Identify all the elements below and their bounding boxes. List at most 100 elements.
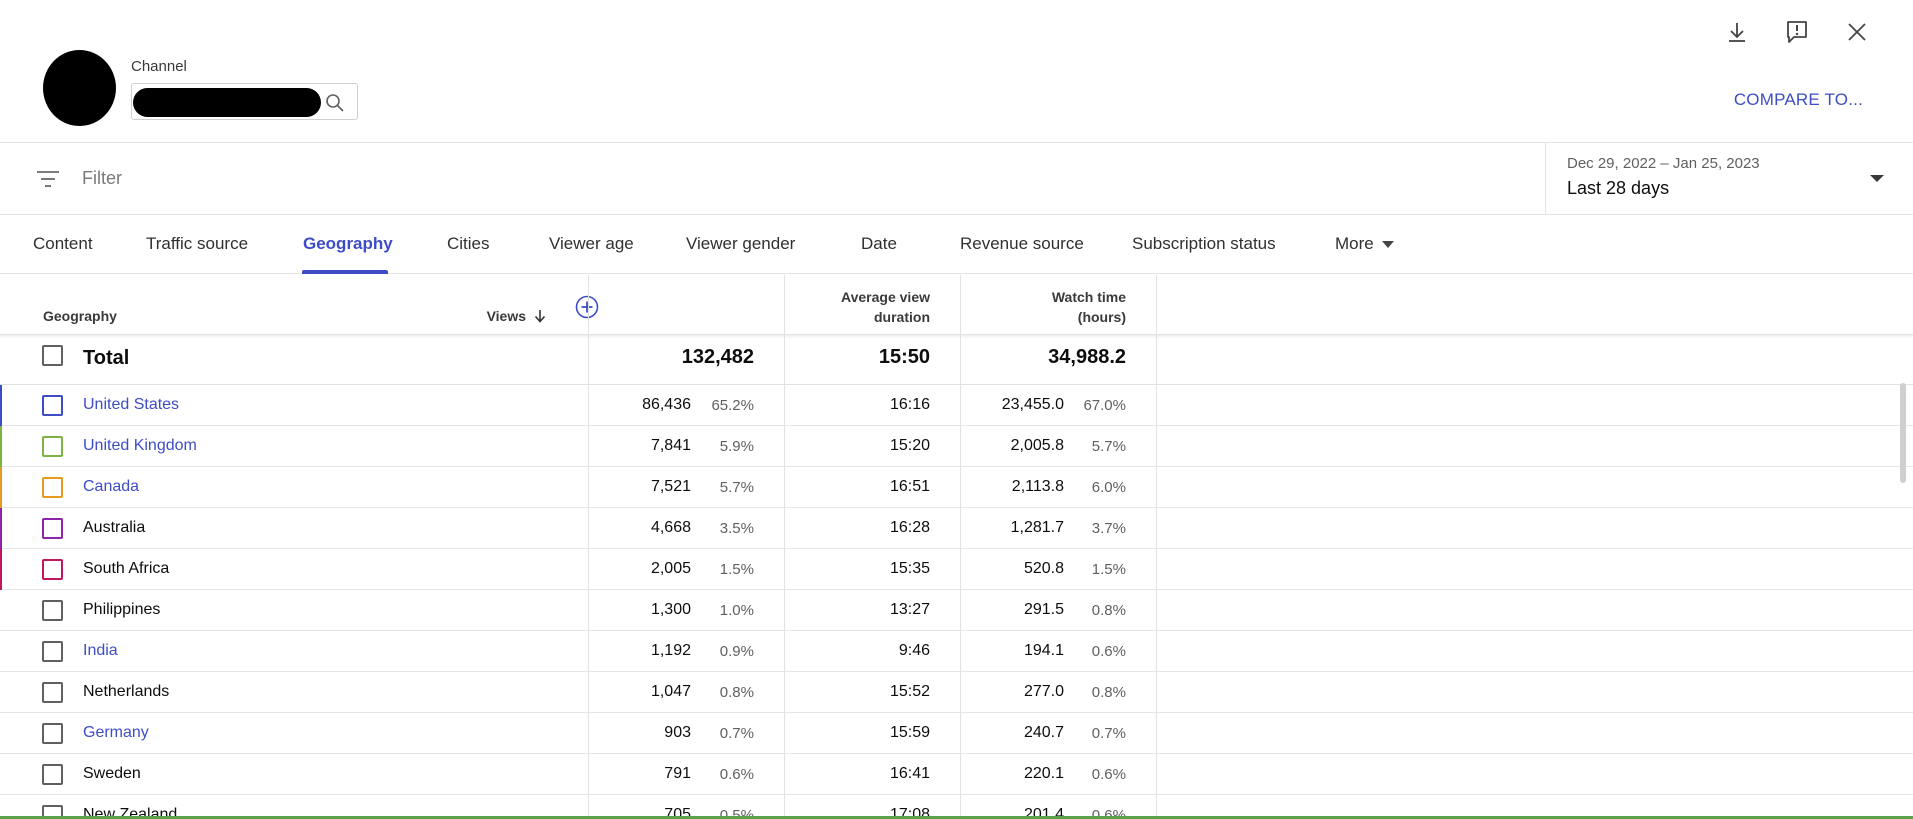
column-header-average-view-duration[interactable]: Average view duration xyxy=(784,287,930,327)
views-percent: 1.0% xyxy=(719,602,754,619)
country-name: Philippines xyxy=(83,601,161,618)
watch-time-percent: 6.0% xyxy=(1091,479,1126,496)
country-name[interactable]: United Kingdom xyxy=(83,437,197,455)
row-checkbox[interactable] xyxy=(42,764,63,785)
row-checkbox[interactable] xyxy=(42,395,63,416)
avd-value: 15:35 xyxy=(889,560,930,577)
column-header-views[interactable]: Views xyxy=(426,306,546,326)
row-checkbox[interactable] xyxy=(42,559,63,580)
country-name: Netherlands xyxy=(83,683,170,700)
total-avd: 15:50 xyxy=(878,346,930,368)
download-icon[interactable] xyxy=(1707,18,1767,46)
total-label: Total xyxy=(83,347,130,369)
avd-header-line1: Average view xyxy=(841,289,930,305)
row-checkbox[interactable] xyxy=(42,518,63,539)
row-checkbox[interactable] xyxy=(42,436,63,457)
watch-time-value: 291.5 xyxy=(1023,601,1064,618)
row-checkbox[interactable] xyxy=(42,600,63,621)
watch-time-percent: 5.7% xyxy=(1091,438,1126,455)
views-value: 1,047 xyxy=(650,683,691,700)
views-value: 1,192 xyxy=(650,642,691,659)
series-color-bar xyxy=(0,426,2,467)
table-row: Canada 7,521 5.7% 16:51 2,113.8 6.0% xyxy=(0,467,1913,508)
close-icon[interactable] xyxy=(1827,18,1887,46)
wt-header-line2: (hours) xyxy=(1077,309,1126,325)
tab-viewer-gender[interactable]: Viewer gender xyxy=(686,234,795,254)
table-row: Philippines 1,300 1.0% 13:27 291.5 0.8% xyxy=(0,590,1913,631)
watch-time-percent: 0.8% xyxy=(1091,684,1126,701)
total-views: 132,482 xyxy=(681,346,754,368)
views-percent: 5.9% xyxy=(719,438,754,455)
country-name[interactable]: Canada xyxy=(83,478,139,496)
table-row: India 1,192 0.9% 9:46 194.1 0.6% xyxy=(0,631,1913,672)
tab-geography[interactable]: Geography xyxy=(303,234,393,254)
avd-value: 16:16 xyxy=(889,396,930,413)
column-header-geography[interactable]: Geography xyxy=(43,306,117,326)
watch-time-percent: 0.6% xyxy=(1091,643,1126,660)
tab-more[interactable]: More xyxy=(1335,234,1394,254)
country-name[interactable]: India xyxy=(83,642,118,660)
watch-time-value: 2,113.8 xyxy=(1011,478,1064,495)
compare-to-button[interactable]: COMPARE TO... xyxy=(1734,90,1863,110)
report-header: Channel COMPARE TO... xyxy=(0,0,1913,143)
tab-more-label: More xyxy=(1335,234,1374,253)
avd-value: 13:27 xyxy=(889,601,930,618)
tab-viewer-age[interactable]: Viewer age xyxy=(549,234,634,254)
tab-cities[interactable]: Cities xyxy=(447,234,490,254)
channel-selector[interactable] xyxy=(131,83,358,120)
views-percent: 65.2% xyxy=(711,397,754,414)
watch-time-value: 520.8 xyxy=(1023,560,1064,577)
table-row: United Kingdom 7,841 5.9% 15:20 2,005.8 5.7% xyxy=(0,426,1913,467)
tab-date[interactable]: Date xyxy=(861,234,897,254)
watch-time-value: 194.1 xyxy=(1023,642,1064,659)
watch-time-value: 23,455.0 xyxy=(1001,396,1064,413)
tab-content[interactable]: Content xyxy=(33,234,93,254)
table-row: Australia 4,668 3.5% 16:28 1,281.7 3.7% xyxy=(0,508,1913,549)
feedback-icon[interactable] xyxy=(1767,18,1827,46)
watch-time-percent: 0.7% xyxy=(1091,725,1126,742)
series-color-bar xyxy=(0,467,2,508)
avd-value: 15:59 xyxy=(889,724,930,741)
channel-label: Channel xyxy=(131,58,187,75)
tab-revenue-source[interactable]: Revenue source xyxy=(960,234,1084,254)
country-name: Australia xyxy=(83,519,146,536)
date-range-selector[interactable]: Dec 29, 2022 – Jan 25, 2023 Last 28 days xyxy=(1545,143,1913,215)
views-percent: 0.6% xyxy=(719,766,754,783)
tab-subscription-status[interactable]: Subscription status xyxy=(1132,234,1276,254)
views-percent: 0.8% xyxy=(719,684,754,701)
views-percent: 0.7% xyxy=(719,725,754,742)
watch-time-value: 240.7 xyxy=(1023,724,1064,741)
tab-traffic-source[interactable]: Traffic source xyxy=(146,234,248,254)
date-range-text: Dec 29, 2022 – Jan 25, 2023 xyxy=(1567,155,1760,172)
filter-icon[interactable] xyxy=(35,167,61,191)
avd-value: 15:52 xyxy=(889,683,930,700)
country-name[interactable]: Germany xyxy=(83,724,149,742)
row-checkbox[interactable] xyxy=(42,723,63,744)
row-checkbox[interactable] xyxy=(42,682,63,703)
filter-input[interactable]: Filter xyxy=(82,168,122,189)
total-checkbox[interactable] xyxy=(42,345,63,366)
watch-time-percent: 67.0% xyxy=(1083,397,1126,414)
scrollbar[interactable] xyxy=(1900,383,1906,483)
country-name: South Africa xyxy=(83,560,170,577)
row-checkbox[interactable] xyxy=(42,477,63,498)
country-name[interactable]: United States xyxy=(83,396,179,414)
total-row: Total 132,482 15:50 34,988.2 xyxy=(0,335,1913,385)
add-metric-icon[interactable] xyxy=(575,295,599,319)
series-color-bar xyxy=(0,508,2,549)
views-value: 903 xyxy=(664,724,691,741)
channel-avatar xyxy=(43,50,116,126)
table-header: Geography Views Average view duration Wa… xyxy=(0,275,1913,335)
active-tab-indicator xyxy=(302,270,388,274)
views-value: 7,521 xyxy=(650,478,691,495)
dimension-tabs: Content Traffic source Geography Cities … xyxy=(0,215,1913,274)
search-icon[interactable] xyxy=(323,91,347,115)
watch-time-value: 277.0 xyxy=(1023,683,1064,700)
caret-down-icon xyxy=(1381,241,1394,249)
table-row: South Africa 2,005 1.5% 15:35 520.8 1.5% xyxy=(0,549,1913,590)
date-period-text: Last 28 days xyxy=(1567,178,1670,198)
row-checkbox[interactable] xyxy=(42,641,63,662)
column-header-watch-time[interactable]: Watch time (hours) xyxy=(960,287,1126,327)
avd-value: 16:41 xyxy=(889,765,930,782)
table-row: Sweden 791 0.6% 16:41 220.1 0.6% xyxy=(0,754,1913,795)
